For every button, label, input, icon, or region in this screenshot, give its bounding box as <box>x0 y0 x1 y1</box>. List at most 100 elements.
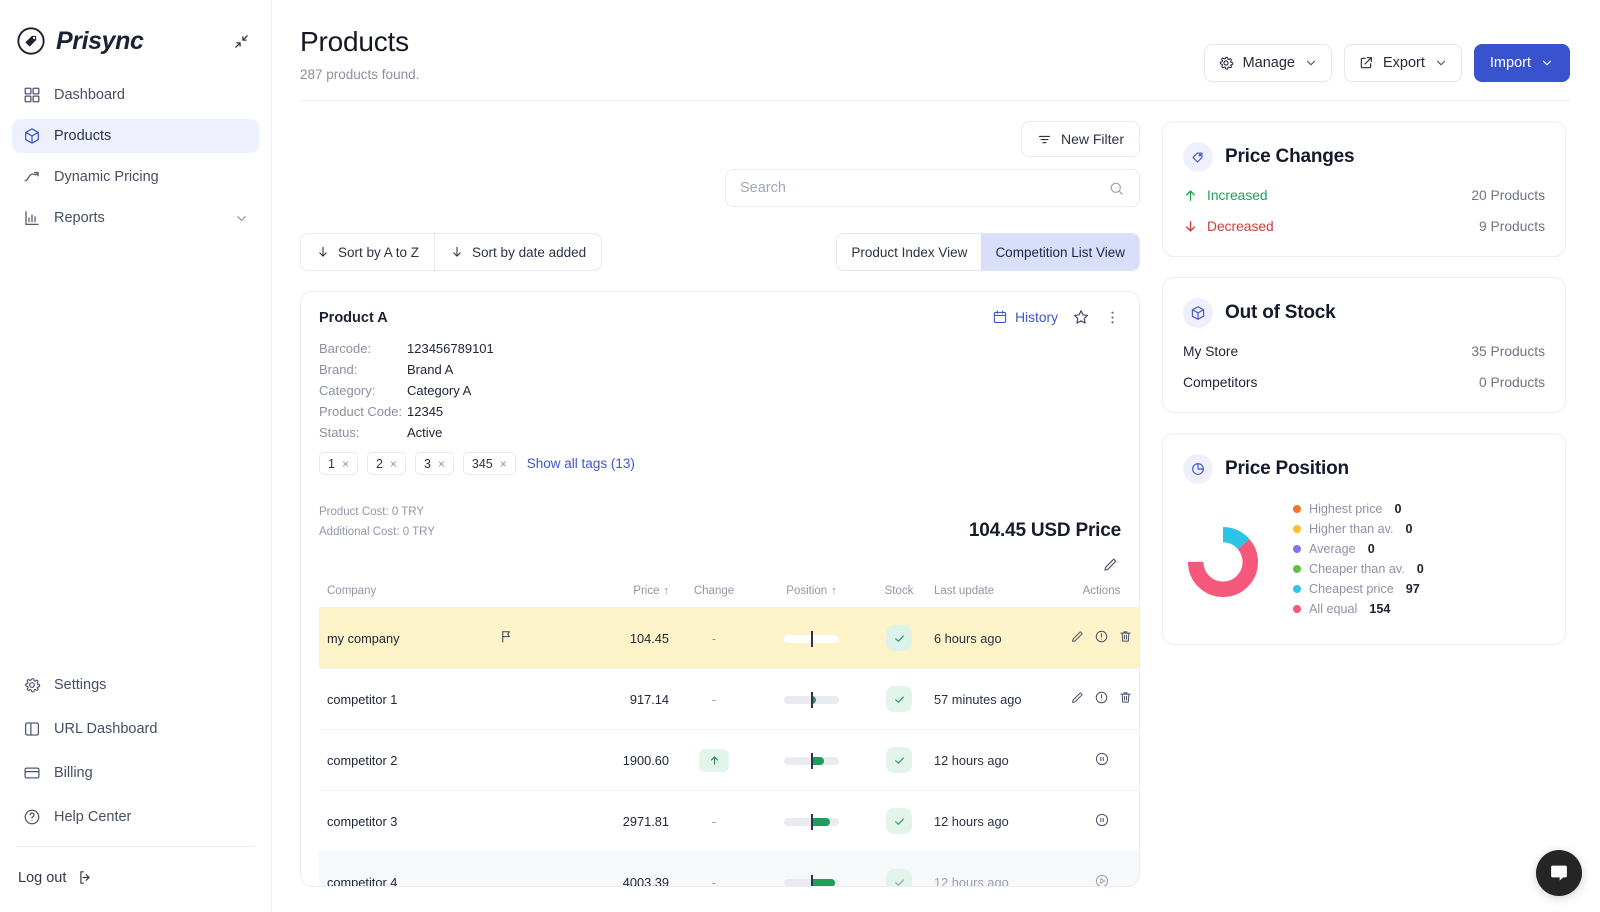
logout-button[interactable]: Log out <box>12 847 259 912</box>
cell-last-update: 57 minutes ago <box>934 669 1054 730</box>
attribute-row: Barcode: 123456789101 <box>319 341 1121 356</box>
main-price: 104.45 USD Price <box>969 520 1121 542</box>
show-all-tags-link[interactable]: Show all tags (13) <box>527 456 635 471</box>
search-box[interactable] <box>725 169 1140 207</box>
cell-position <box>759 852 864 888</box>
manage-label: Manage <box>1243 55 1295 71</box>
tab-product-index-view[interactable]: Product Index View <box>837 234 981 270</box>
insights-column: Price Changes Increased 20 Products <box>1162 101 1566 887</box>
table-row[interactable]: my company104.45-6 hours ago <box>319 608 1140 669</box>
edit-icon[interactable] <box>1070 690 1085 705</box>
legend-label: Higher than av. <box>1309 522 1393 536</box>
tag-chip[interactable]: 3 × <box>415 452 454 475</box>
legend-value: 97 <box>1406 582 1420 596</box>
search-input[interactable] <box>740 180 1108 196</box>
pause-icon[interactable] <box>1094 812 1110 828</box>
attribute-value: Active <box>407 425 442 440</box>
grid-icon <box>22 86 41 105</box>
flag-icon[interactable] <box>499 629 514 644</box>
column-header-last-update[interactable]: Last update <box>934 579 1054 608</box>
close-icon[interactable]: × <box>438 457 445 471</box>
play-icon[interactable] <box>1094 873 1110 888</box>
delete-icon[interactable] <box>1118 690 1133 705</box>
legend-color-dot <box>1293 565 1301 573</box>
table-row[interactable]: competitor 32971.81-12 hours ago <box>319 791 1140 852</box>
chevron-down-icon[interactable] <box>234 211 249 226</box>
more-options-icon[interactable] <box>1104 309 1121 326</box>
sidebar-item-dynamic-pricing[interactable]: Dynamic Pricing <box>12 160 259 194</box>
info-icon[interactable] <box>1094 690 1109 705</box>
box-icon <box>1183 298 1213 328</box>
legend-item: Cheaper than av.0 <box>1293 562 1424 576</box>
sidebar-item-billing[interactable]: Billing <box>12 756 259 790</box>
attribute-row: Brand: Brand A <box>319 362 1121 377</box>
favorite-star-icon[interactable] <box>1072 308 1090 326</box>
tag-chip[interactable]: 345 × <box>463 452 516 475</box>
products-column: New Filter <box>300 101 1140 887</box>
column-header-position[interactable]: Position↑ <box>759 579 864 608</box>
sidebar-item-label: Reports <box>54 210 105 226</box>
header-actions: Manage Export Import <box>1204 44 1570 82</box>
chat-icon <box>1548 862 1570 884</box>
column-header-stock[interactable]: Stock <box>864 579 934 608</box>
attribute-key: Brand: <box>319 362 407 377</box>
close-icon[interactable]: × <box>390 457 397 471</box>
cell-stock <box>864 608 934 669</box>
cell-price: 4003.39 <box>569 852 669 888</box>
cell-company: competitor 1 <box>319 669 499 730</box>
table-row[interactable]: competitor 1917.14-57 minutes ago <box>319 669 1140 730</box>
sidebar-item-products[interactable]: Products <box>12 119 259 153</box>
info-icon[interactable] <box>1094 629 1109 644</box>
manage-button[interactable]: Manage <box>1204 44 1332 82</box>
collapse-sidebar-icon[interactable] <box>229 29 253 53</box>
pause-icon[interactable] <box>1094 751 1110 767</box>
new-filter-button[interactable]: New Filter <box>1021 121 1140 157</box>
legend-value: 0 <box>1405 522 1412 536</box>
table-row[interactable]: competitor 44003.39-12 hours ago <box>319 852 1140 888</box>
history-button[interactable]: History <box>992 309 1058 325</box>
arrow-up-icon <box>1183 188 1198 203</box>
sidebar-item-dashboard[interactable]: Dashboard <box>12 78 259 112</box>
sidebar-item-url-dashboard[interactable]: URL Dashboard <box>12 712 259 746</box>
filter-row: New Filter <box>300 101 1140 157</box>
close-icon[interactable]: × <box>342 457 349 471</box>
export-button[interactable]: Export <box>1344 44 1462 82</box>
attribute-row: Status: Active <box>319 425 1121 440</box>
legend-item: Cheapest price97 <box>1293 582 1424 596</box>
sort-date-button[interactable]: Sort by date added <box>435 234 601 270</box>
legend-value: 154 <box>1369 602 1390 616</box>
sidebar-item-help-center[interactable]: Help Center <box>12 800 259 834</box>
sidebar-nav: Dashboard Products Dyn <box>0 78 271 242</box>
sidebar-item-label: Help Center <box>54 809 131 825</box>
sort-az-button[interactable]: Sort by A to Z <box>301 234 435 270</box>
column-header-company[interactable]: Company <box>319 579 499 608</box>
table-row[interactable]: competitor 21900.6012 hours ago <box>319 730 1140 791</box>
box-icon <box>22 127 41 146</box>
stock-check-icon <box>886 625 912 651</box>
tag-label: 345 <box>472 457 493 471</box>
cell-stock <box>864 669 934 730</box>
chat-support-button[interactable] <box>1536 850 1582 896</box>
edit-icon[interactable] <box>1070 629 1085 644</box>
price-changes-card: Price Changes Increased 20 Products <box>1162 121 1566 257</box>
tab-competition-list-view[interactable]: Competition List View <box>981 234 1139 270</box>
delete-icon[interactable] <box>1118 629 1133 644</box>
additional-cost: Additional Cost: 0 TRY <box>319 522 435 542</box>
cell-change: - <box>669 791 759 852</box>
position-bar <box>784 757 839 765</box>
close-icon[interactable]: × <box>500 457 507 471</box>
edit-icon[interactable] <box>1102 556 1119 573</box>
tag-chip[interactable]: 2 × <box>367 452 406 475</box>
sidebar-item-settings[interactable]: Settings <box>12 668 259 702</box>
competitors-value: 0 Products <box>1479 375 1545 390</box>
cell-stock <box>864 791 934 852</box>
column-header-change[interactable]: Change <box>669 579 759 608</box>
main-area: Products 287 products found. Manage <box>272 0 1600 912</box>
change-value: - <box>712 814 716 829</box>
tag-chip[interactable]: 1 × <box>319 452 358 475</box>
import-button[interactable]: Import <box>1474 44 1570 82</box>
cell-change: - <box>669 669 759 730</box>
column-header-price[interactable]: Price↑ <box>569 579 669 608</box>
sidebar-item-reports[interactable]: Reports <box>12 201 259 235</box>
search-icon[interactable] <box>1108 180 1125 197</box>
